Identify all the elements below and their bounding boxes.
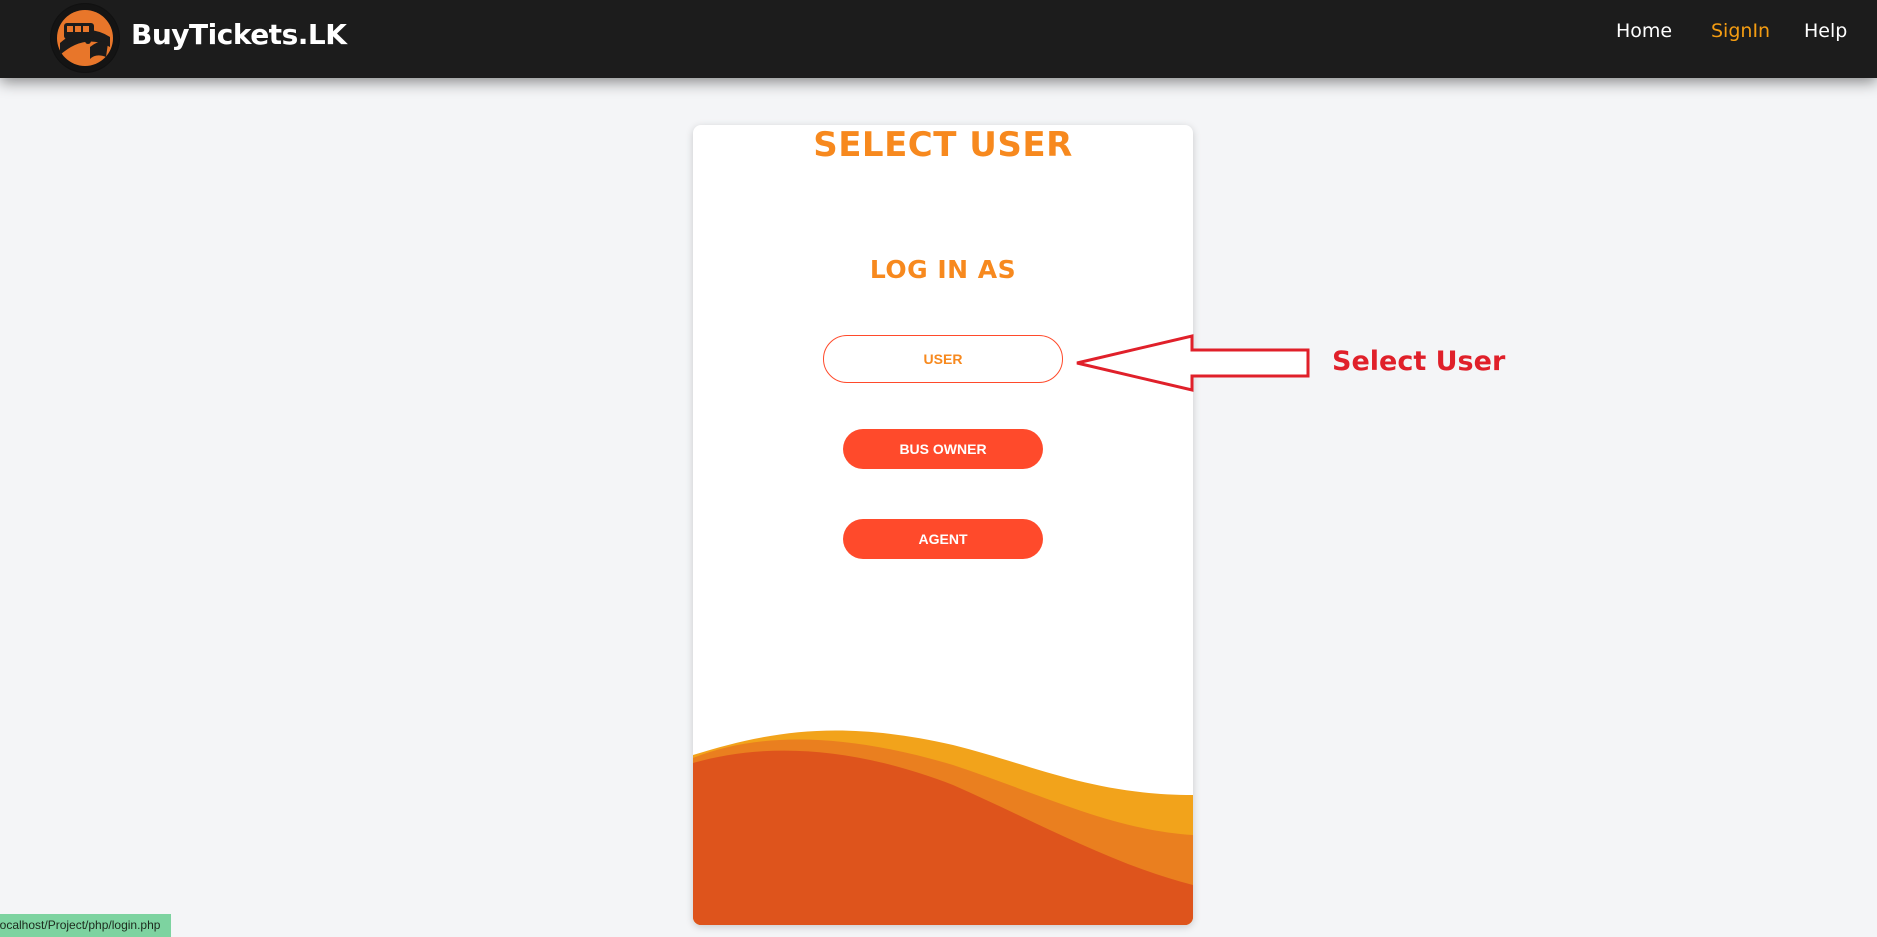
bus-owner-button[interactable]: BUS OWNER [843, 429, 1043, 469]
left-arrow-icon [1076, 334, 1310, 392]
nav-signin[interactable]: SignIn [1711, 20, 1770, 42]
decorative-wave [693, 730, 1193, 925]
bus-logo-icon[interactable] [50, 3, 120, 73]
status-bar-url: localhost/Project/php/login.php [0, 914, 171, 937]
user-button[interactable]: USER [823, 335, 1063, 383]
brand-name[interactable]: BuyTickets.LK [131, 18, 347, 51]
nav-home[interactable]: Home [1616, 20, 1672, 42]
status-url-text: localhost/Project/php/login.php [0, 918, 161, 932]
annotation-label: Select User [1332, 346, 1506, 377]
select-user-card: SELECT USER LOG IN AS USER BUS OWNER AGE… [693, 125, 1193, 925]
nav-help[interactable]: Help [1804, 20, 1847, 42]
login-as-heading: LOG IN AS [869, 255, 1017, 284]
agent-button[interactable]: AGENT [843, 519, 1043, 559]
top-navbar: BuyTickets.LK Home SignIn Help [0, 0, 1877, 78]
card-title: SELECT USER [813, 125, 1073, 165]
